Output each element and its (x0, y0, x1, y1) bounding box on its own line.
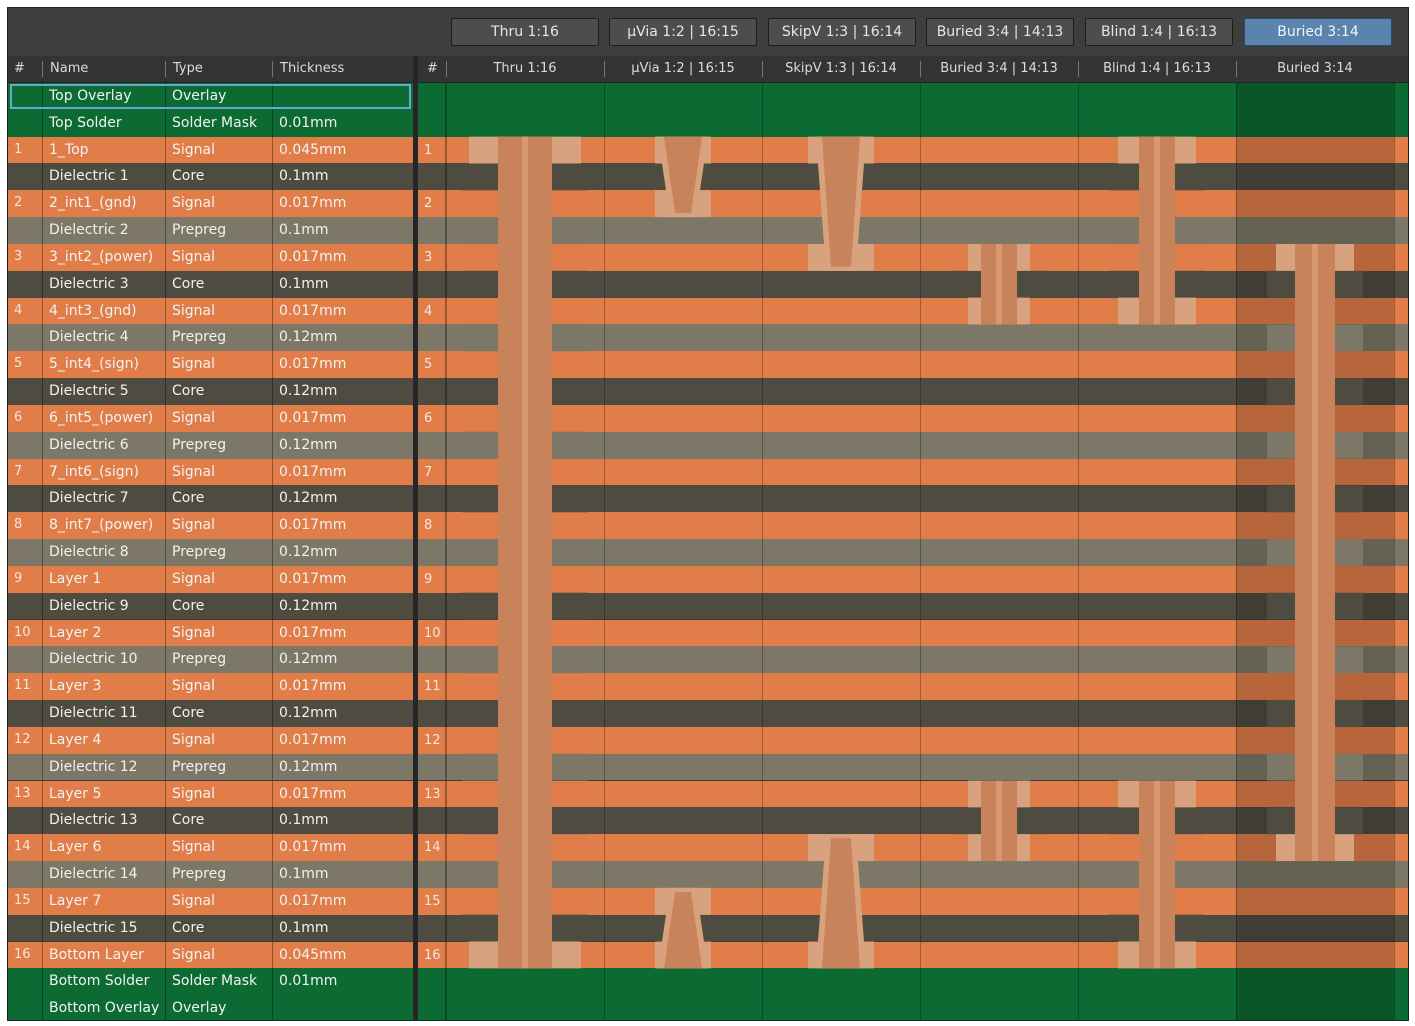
header-divider[interactable] (1078, 61, 1079, 77)
via-toolbar: Thru 1:16 µVia 1:2 | 16:15 SkipV 1:3 | 16:… (8, 8, 1408, 56)
via-tab-6[interactable]: Buried 3:14 (1244, 18, 1392, 46)
header-divider[interactable] (1236, 61, 1237, 77)
layer-stack-manager: Thru 1:16 µVia 1:2 | 16:15 SkipV 1:3 | 16:… (7, 7, 1409, 1021)
via-column-header[interactable]: µVia 1:2 | 16:15 (604, 56, 762, 82)
header-divider[interactable] (604, 61, 605, 77)
header-divider[interactable] (446, 61, 447, 77)
via-tab-4[interactable]: Buried 3:4 | 14:13 (926, 18, 1074, 46)
via-column-header[interactable]: Thru 1:16 (446, 56, 604, 82)
via-tab-1[interactable]: Thru 1:16 (451, 18, 599, 46)
header-divider[interactable] (42, 61, 43, 77)
table-header: # Name Type Thickness # Thru 1:16 µVia 1:… (8, 56, 1408, 83)
via-graphics (462, 83, 1394, 1020)
header-type[interactable]: Type (173, 56, 273, 82)
via-tab-5[interactable]: Blind 1:4 | 16:13 (1085, 18, 1233, 46)
header-number[interactable]: # (14, 56, 44, 82)
header-divider[interactable] (272, 61, 273, 77)
via-column-header[interactable]: Buried 3:4 | 14:13 (920, 56, 1078, 82)
via-column-header[interactable]: Blind 1:4 | 16:13 (1078, 56, 1236, 82)
via-column-header[interactable]: SkipV 1:3 | 16:14 (762, 56, 920, 82)
header-name[interactable]: Name (50, 56, 160, 82)
header-thickness[interactable]: Thickness (280, 56, 410, 82)
via-tab-3[interactable]: SkipV 1:3 | 16:14 (768, 18, 916, 46)
via-column-header[interactable]: Buried 3:14 (1236, 56, 1394, 82)
via-tab-2[interactable]: µVia 1:2 | 16:15 (609, 18, 757, 46)
header-number-right[interactable]: # (427, 56, 447, 82)
header-divider[interactable] (920, 61, 921, 77)
pane-splitter[interactable] (413, 56, 418, 1020)
layer-grid: Top Overlay Overlay Top Solder Solder Mask 0… (8, 83, 1408, 1020)
header-divider[interactable] (165, 61, 166, 77)
header-divider[interactable] (762, 61, 763, 77)
